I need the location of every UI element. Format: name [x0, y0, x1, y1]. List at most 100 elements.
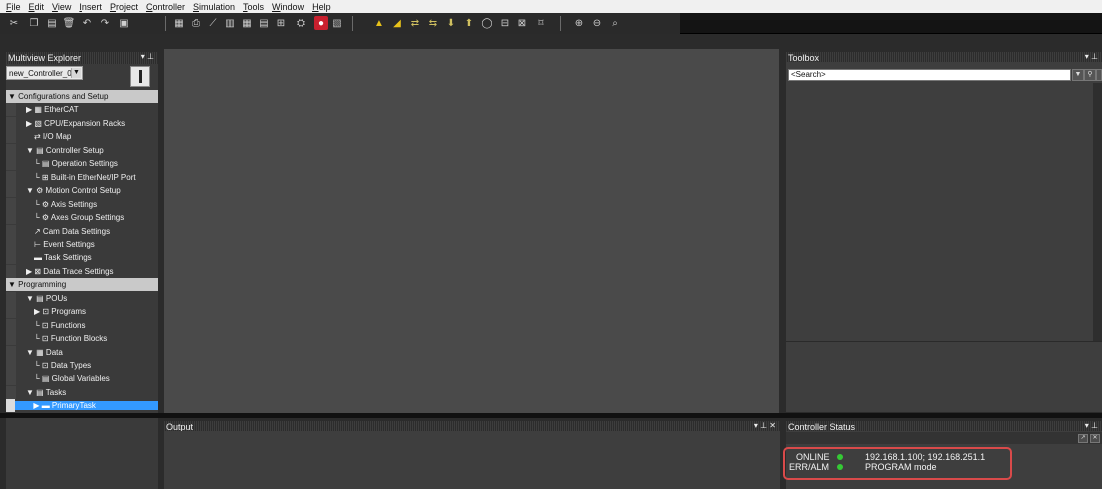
controller-select[interactable]: new_Controller_0 ▼ — [6, 66, 83, 80]
online-icon[interactable]: ▲ — [372, 16, 386, 30]
tree-item[interactable]: ▶ ⊠ Data Trace Settings — [6, 264, 158, 278]
compare-verify-icon[interactable]: ⊟ — [498, 16, 512, 30]
tree-item[interactable]: ⊢ Event Settings — [6, 237, 158, 251]
menu-edit[interactable]: Edit — [25, 2, 49, 12]
tree-item-label: ▼ Programming — [8, 280, 67, 290]
search-filter-icon[interactable]: ⚲ — [1084, 69, 1096, 81]
delete-icon[interactable]: 🗑 — [62, 16, 76, 30]
chevron-down-icon[interactable]: ▼ — [71, 68, 81, 78]
menu-tools[interactable]: Tools — [239, 2, 268, 12]
tree-gutter — [6, 103, 16, 117]
redo-icon[interactable]: ↷ — [98, 16, 112, 30]
tree-section[interactable]: ▼ Programming — [6, 278, 158, 292]
tree-item[interactable]: ▼ ▤ Tasks — [6, 385, 158, 399]
controller-device-icon[interactable] — [130, 66, 150, 87]
undo-icon[interactable]: ↶ — [80, 16, 94, 30]
wrench-icon[interactable]: ⟋ — [206, 16, 220, 30]
tree-item[interactable]: ↗ Cam Data Settings — [6, 224, 158, 238]
menu-insert[interactable]: Insert — [75, 2, 106, 12]
offline-icon[interactable]: ◢ — [390, 16, 404, 30]
toolbox-pin-icon[interactable]: ▾ ⊥ — [1085, 52, 1098, 61]
menu-project[interactable]: Project — [106, 2, 142, 12]
table-icon[interactable]: ▤ — [257, 16, 271, 30]
menu-simulation[interactable]: Simulation — [189, 2, 239, 12]
menu-window[interactable]: Window — [268, 2, 308, 12]
tree-item[interactable]: └ ▤ Operation Settings — [6, 157, 158, 171]
toolbox-scrollbar[interactable] — [1093, 83, 1102, 341]
menu-help[interactable]: Help — [308, 2, 335, 12]
toolbar-strip-zoom — [630, 13, 680, 34]
search-dropdown-icon[interactable]: ▼ — [1072, 69, 1084, 81]
tree-gutter — [6, 130, 16, 144]
menu-file[interactable]: File — [2, 2, 25, 12]
tree-item[interactable]: ⇄ I/O Map — [6, 130, 158, 144]
search-clear-icon[interactable] — [1096, 69, 1102, 81]
online-address: 192.168.1.100; 192.168.251.1 — [865, 452, 986, 462]
stop-icon[interactable]: ● — [314, 16, 328, 30]
tree-item[interactable]: ▶ ▬ PrimaryTask — [6, 399, 158, 413]
tree-item[interactable]: └ ⊡ Function Blocks — [6, 332, 158, 346]
tree-item-label: └ ⊡ Functions — [34, 320, 86, 330]
tree-item-label: ▬ Task Settings — [34, 253, 92, 263]
zoom-out-icon[interactable]: ⊖ — [590, 16, 604, 30]
print-icon[interactable]: ⎙ — [189, 16, 203, 30]
tree-item[interactable]: ▼ ▤ POUs — [6, 291, 158, 305]
network-icon[interactable]: ⊞ — [274, 16, 288, 30]
tree-item[interactable]: ▼ ▦ Data — [6, 345, 158, 359]
menu-controller[interactable]: Controller — [142, 2, 189, 12]
settings-icon[interactable]: ⊠ — [515, 16, 529, 30]
copy-icon[interactable]: ❐ — [27, 16, 41, 30]
find-icon[interactable]: ⌕ — [608, 16, 622, 30]
tree-item[interactable]: ▶ ⊡ Programs — [6, 305, 158, 319]
toolbox-search-input[interactable]: <Search> — [788, 69, 1071, 81]
tree-item[interactable]: ▼ ▤ Controller Setup — [6, 143, 158, 157]
tree-gutter — [6, 345, 16, 359]
paste-icon[interactable]: ▤ — [45, 16, 59, 30]
zoom-in-icon[interactable]: ⊕ — [572, 16, 586, 30]
tree-gutter — [6, 224, 16, 238]
tree-gutter — [6, 197, 16, 211]
tree-item[interactable]: └ ⊡ Functions — [6, 318, 158, 332]
binoculars-icon[interactable]: ⛭ — [294, 16, 308, 30]
tree-item[interactable]: └ ⚙ Axis Settings — [6, 197, 158, 211]
operating-mode: PROGRAM mode — [865, 462, 937, 472]
tree-item[interactable]: ▬ Task Settings — [6, 251, 158, 265]
download-icon[interactable]: ⬇ — [444, 16, 458, 30]
close-icon[interactable]: ✕ — [1090, 434, 1100, 443]
save-icon[interactable]: ▣ — [117, 16, 131, 30]
build-icon[interactable]: ▦ — [172, 16, 186, 30]
monitor-icon[interactable]: ▧ — [330, 16, 344, 30]
tree-item[interactable]: └ ⊡ Data Types — [6, 359, 158, 372]
transfer-icon[interactable]: ⇆ — [426, 16, 440, 30]
online-status-dot — [837, 454, 843, 460]
controller-status-toolbar — [786, 432, 1102, 444]
tree-item-label: ▶ ▬ PrimaryTask — [15, 401, 158, 411]
output-pin-icon[interactable]: ▾ ⊥ ✕ — [754, 421, 776, 430]
menu-view[interactable]: View — [48, 2, 75, 12]
tree-section[interactable]: ▼ Configurations and Setup — [6, 90, 158, 103]
menu-bar: File Edit View Insert Project Controller Simul… — [0, 0, 1102, 13]
panel-splitter[interactable] — [0, 413, 1102, 418]
tree-item-label: ▼ ▤ Tasks — [26, 387, 67, 397]
explorer-pin-icon[interactable]: ▾ ⊥ — [141, 52, 154, 61]
cut-icon[interactable]: ✂ — [7, 16, 21, 30]
tree-item[interactable]: └ ⚙ Axes Group Settings — [6, 211, 158, 225]
sync-icon[interactable]: ⇄ — [408, 16, 422, 30]
tree-item[interactable]: ▼ ⚙ Motion Control Setup — [6, 184, 158, 198]
controller-select-value: new_Controller_0 — [9, 68, 72, 78]
tree-item[interactable]: └ ⊞ Built-in EtherNet/IP Port — [6, 170, 158, 184]
grid-icon[interactable]: ▦ — [240, 16, 254, 30]
compare-icon[interactable]: ▥ — [223, 16, 237, 30]
tree-gutter — [6, 264, 16, 278]
controller-status-pin-icon[interactable]: ▾ ⊥ — [1085, 421, 1098, 430]
tree-item-label: ⊢ Event Settings — [34, 239, 95, 249]
tree-item-label: └ ▤ Operation Settings — [34, 159, 118, 169]
online-label: ONLINE — [796, 452, 830, 462]
upload-icon[interactable]: ⬆ — [462, 16, 476, 30]
reset-icon[interactable]: ◯ — [480, 16, 494, 30]
window-icon[interactable]: ⌑ — [534, 16, 548, 30]
tree-item[interactable]: ▶ ▦ EtherCAT — [6, 103, 158, 117]
popout-icon[interactable]: ↗ — [1078, 434, 1088, 443]
tree-item[interactable]: ▶ ▧ CPU/Expansion Racks — [6, 116, 158, 130]
tree-item[interactable]: └ ▤ Global Variables — [6, 372, 158, 386]
